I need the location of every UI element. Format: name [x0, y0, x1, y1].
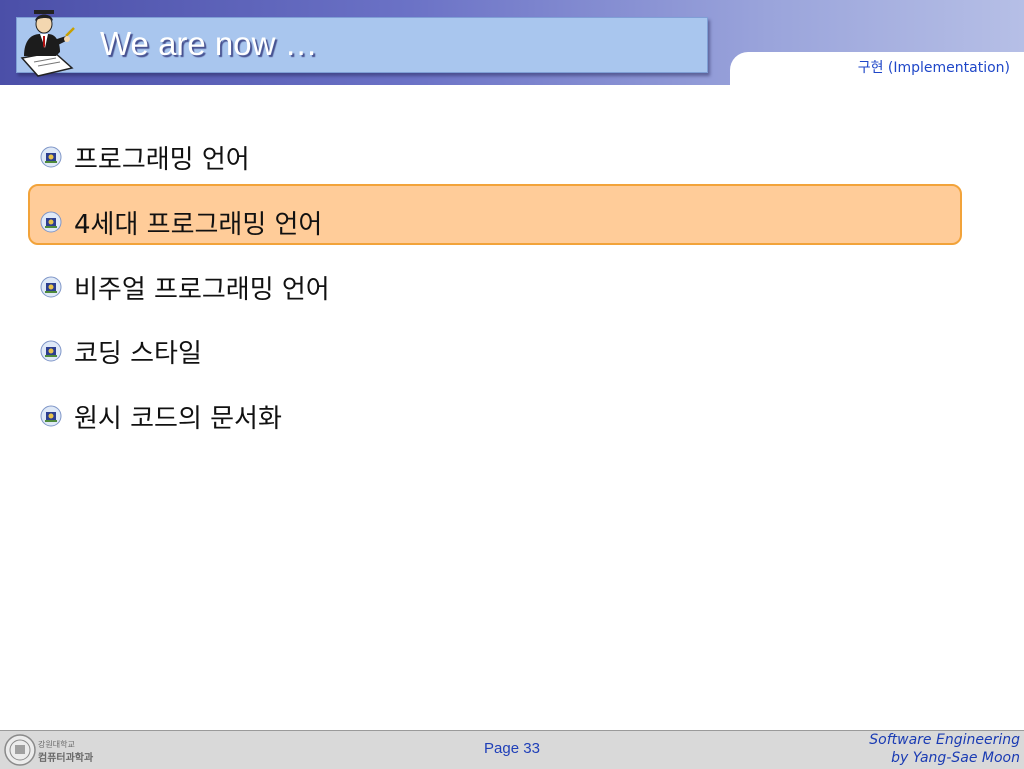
- list-item-label: 비주얼 프로그래밍 언어: [74, 274, 330, 305]
- credit-course: Software Engineering: [869, 732, 1020, 748]
- page-number: Page 33: [484, 740, 540, 757]
- list-item: 프로그래밍 언어: [40, 137, 250, 177]
- university-emblem-bullet-icon: [40, 211, 62, 233]
- list-item: 원시 코드의 문서화: [40, 396, 282, 436]
- list-item: 비주얼 프로그래밍 언어: [40, 267, 330, 307]
- footer-credit: Software Engineering by Yang-Sae Moon: [869, 731, 1020, 767]
- presenter-figure-icon: [20, 10, 75, 77]
- university-emblem-bullet-icon: [40, 276, 62, 298]
- footer-logo-line1: 강원대학교: [38, 739, 75, 749]
- section-label: 구현 (Implementation): [857, 60, 1010, 76]
- university-emblem-bullet-icon: [40, 405, 62, 427]
- footer-logo-line2: 컴퓨터과학과: [38, 751, 94, 764]
- list-item-label: 원시 코드의 문서화: [74, 403, 282, 434]
- list-item-current: 4세대 프로그래밍 언어: [40, 202, 322, 242]
- credit-author: by Yang-Sae Moon: [891, 750, 1020, 766]
- slide-title: We are now …: [100, 25, 318, 62]
- list-item: 코딩 스타일: [40, 331, 202, 371]
- list-item-label: 프로그래밍 언어: [74, 144, 250, 175]
- university-seal-icon: 강원대학교 컴퓨터과학과: [4, 734, 94, 766]
- university-emblem-bullet-icon: [40, 340, 62, 362]
- university-emblem-bullet-icon: [40, 146, 62, 168]
- list-item-label: 4세대 프로그래밍 언어: [74, 209, 323, 240]
- list-item-label: 코딩 스타일: [74, 338, 202, 369]
